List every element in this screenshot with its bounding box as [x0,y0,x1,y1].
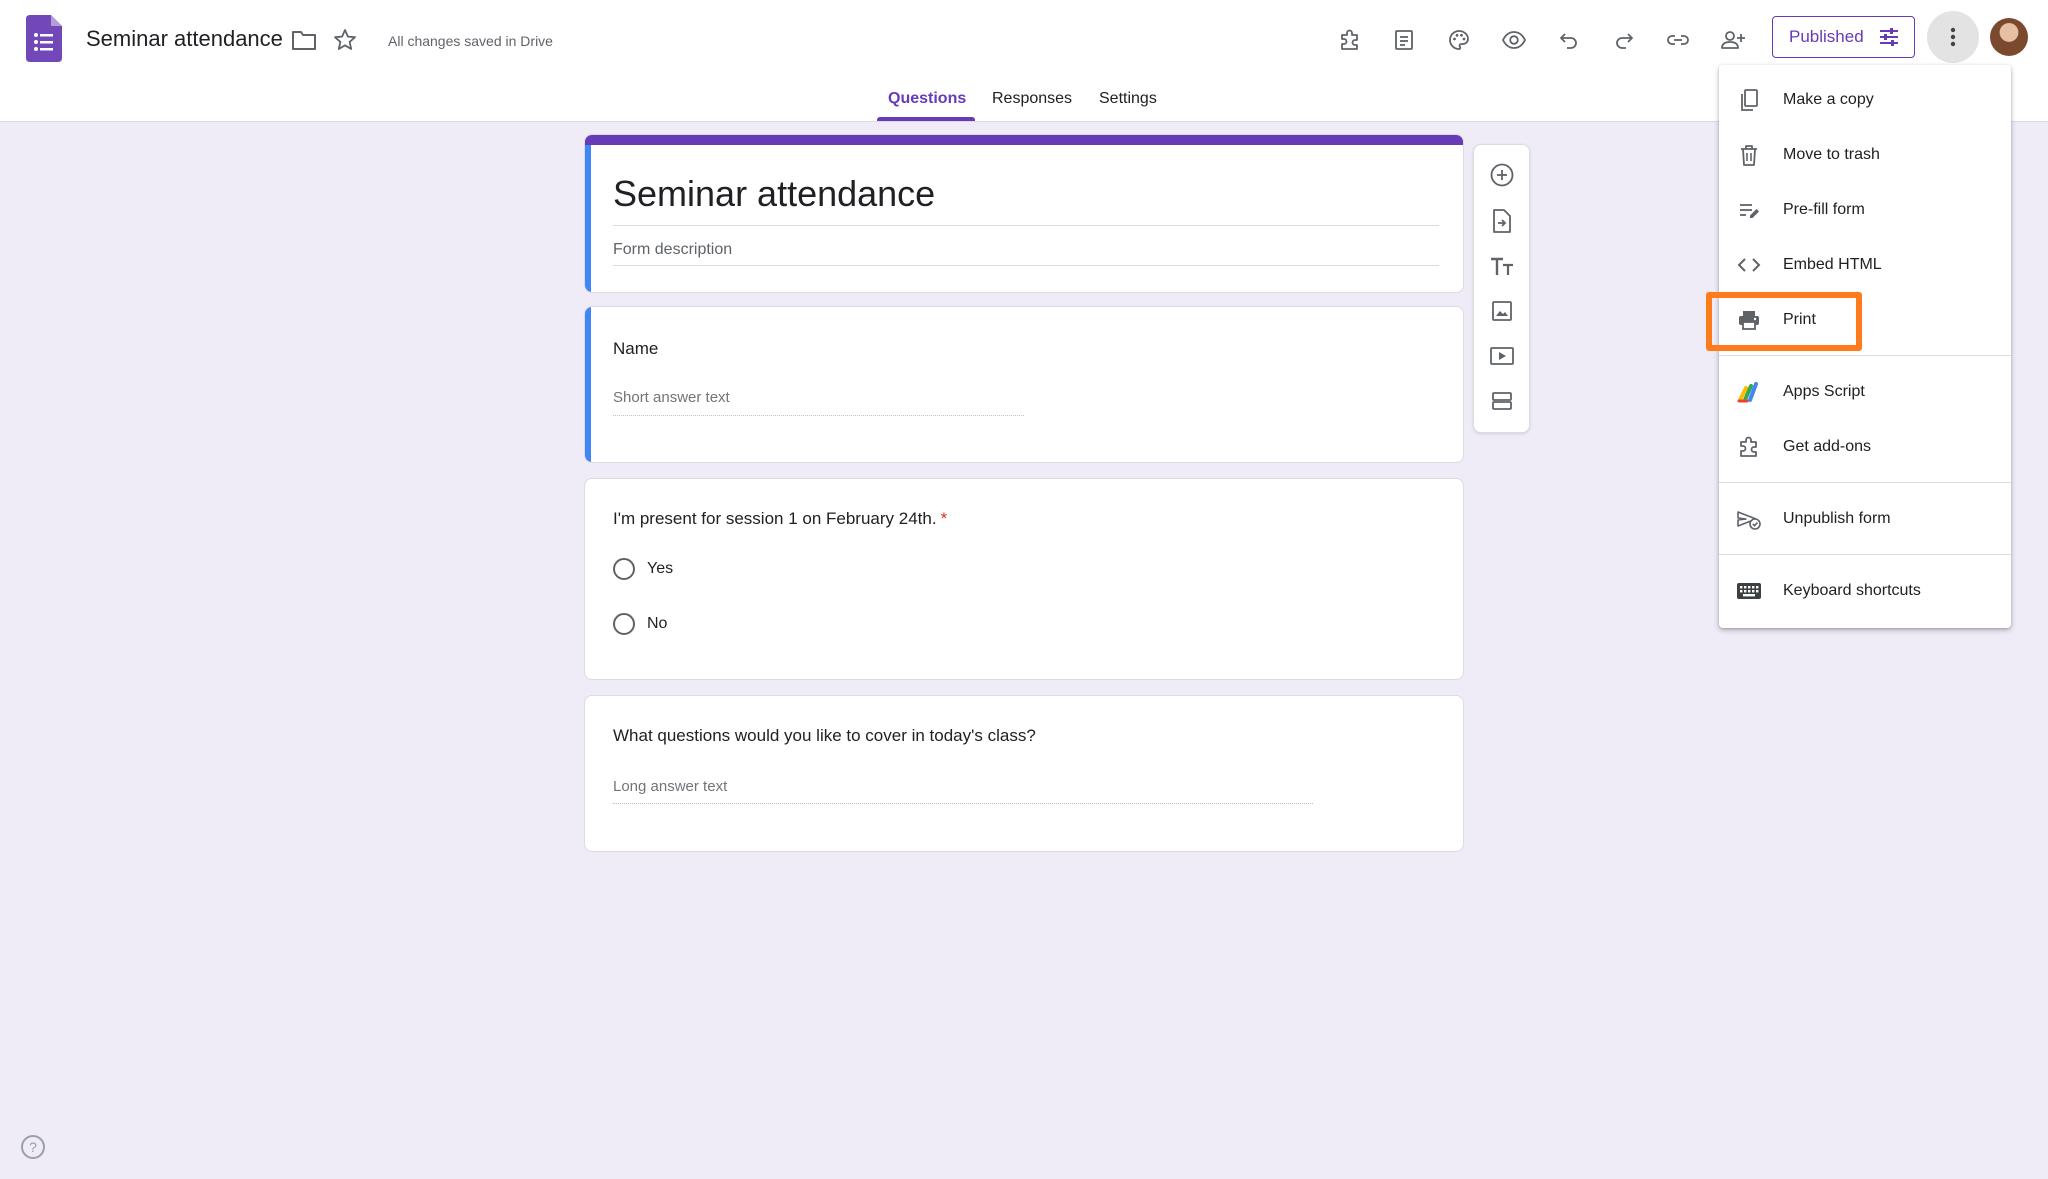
published-label: Published [1789,27,1864,46]
redo-icon[interactable] [1604,20,1644,60]
menu-divider [1719,355,2011,356]
print-icon [1735,306,1763,334]
menu-item-make-a-copy[interactable]: Make a copy [1719,74,2011,126]
menu-item-embed-html[interactable]: Embed HTML [1719,239,2011,291]
active-tab-indicator [877,117,975,121]
question-text: I'm present for session 1 on February 24… [613,509,937,528]
long-answer-placeholder: Long answer text [613,778,728,795]
more-options-button[interactable] [1927,11,1979,63]
forms-logo-icon[interactable] [26,15,62,62]
question-title[interactable]: I'm present for session 1 on February 24… [613,509,947,529]
code-icon [1735,251,1763,279]
star-icon[interactable] [325,20,365,60]
tab-settings[interactable]: Settings [1099,90,1157,108]
save-status: All changes saved in Drive [388,33,553,49]
menu-item-apps-script[interactable]: Apps Script [1719,366,2011,418]
move-to-folder-icon[interactable] [284,20,324,60]
user-avatar[interactable] [1990,18,2028,56]
published-button[interactable]: Published [1772,16,1915,58]
title-underline [613,225,1439,226]
menu-item-keyboard-shortcuts[interactable]: Keyboard shortcuts [1719,565,2011,617]
radio-option-label: Yes [647,560,674,577]
addons-puzzle-icon[interactable] [1330,20,1370,60]
question-card-name[interactable]: Name Short answer text [584,306,1464,463]
form-title-card[interactable]: Seminar attendance Form description [584,134,1464,293]
radio-option-no[interactable]: No [613,613,667,635]
add-collaborators-icon[interactable] [1713,20,1753,60]
section-icon [1492,392,1512,410]
menu-item-label: Move to trash [1783,146,1880,163]
keyboard-icon [1735,577,1763,605]
copy-link-icon[interactable] [1658,20,1698,60]
question-title[interactable]: What questions would you like to cover i… [613,726,1036,746]
tab-questions[interactable]: Questions [888,90,966,108]
add-video-button[interactable] [1482,336,1522,376]
theme-color-strip [585,135,1463,145]
menu-item-label: Embed HTML [1783,256,1882,273]
radio-button[interactable] [613,558,635,580]
puzzle-icon [1735,433,1763,461]
menu-item-label: Unpublish form [1783,510,1891,527]
copy-icon [1735,86,1763,114]
tab-responses[interactable]: Responses [992,90,1072,108]
menu-item-unpublish-form[interactable]: Unpublish form [1719,493,2011,545]
question-card-topics[interactable]: What questions would you like to cover i… [584,695,1464,852]
prefill-icon [1735,196,1763,224]
unpublish-icon [1735,505,1763,533]
add-image-button[interactable] [1482,291,1522,331]
short-answer-placeholder: Short answer text [613,389,730,406]
help-button[interactable]: ? [21,1135,45,1159]
video-icon [1490,347,1514,365]
required-asterisk: * [940,509,948,528]
menu-item-label: Print [1783,311,1816,328]
menu-item-move-to-trash[interactable]: Move to trash [1719,129,2011,181]
publish-options-sliders-icon [1879,28,1898,46]
more-options-menu: Make a copy Move to trash Pre-fill form … [1719,65,2011,628]
menu-item-label: Apps Script [1783,383,1865,400]
form-description-input[interactable]: Form description [613,241,732,259]
customize-theme-palette-icon[interactable] [1439,20,1479,60]
add-question-button[interactable] [1482,155,1522,195]
question-title[interactable]: Name [613,339,658,359]
floating-side-toolbar [1473,144,1530,433]
menu-divider [1719,554,2011,555]
import-file-icon [1493,209,1511,233]
menu-item-get-add-ons[interactable]: Get add-ons [1719,421,2011,473]
menu-item-print[interactable]: Print [1719,294,2011,346]
menu-item-label: Make a copy [1783,91,1874,108]
question-card-attendance[interactable]: I'm present for session 1 on February 24… [584,478,1464,680]
answer-underline [613,803,1313,804]
document-title[interactable]: Seminar attendance [86,26,283,52]
undo-icon[interactable] [1549,20,1589,60]
trash-icon [1735,141,1763,169]
menu-item-label: Keyboard shortcuts [1783,582,1921,599]
description-underline [613,265,1439,266]
form-presentation-icon[interactable] [1384,20,1424,60]
menu-item-pre-fill-form[interactable]: Pre-fill form [1719,184,2011,236]
import-questions-button[interactable] [1482,201,1522,241]
more-vert-icon [1950,27,1956,47]
radio-option-label: No [647,615,668,632]
title-text-icon [1491,257,1513,275]
add-title-description-button[interactable] [1482,246,1522,286]
menu-divider [1719,482,2011,483]
apps-script-icon [1735,378,1763,406]
menu-item-label: Get add-ons [1783,438,1872,455]
radio-button[interactable] [613,613,635,635]
add-section-button[interactable] [1482,381,1522,421]
image-icon [1492,301,1512,321]
radio-option-yes[interactable]: Yes [613,558,673,580]
answer-underline [613,415,1024,416]
active-card-indicator [585,145,591,292]
menu-item-label: Pre-fill form [1783,201,1865,218]
preview-eye-icon[interactable] [1494,20,1534,60]
add-circle-icon [1490,163,1514,187]
active-card-indicator [585,307,591,462]
form-title[interactable]: Seminar attendance [613,173,935,215]
